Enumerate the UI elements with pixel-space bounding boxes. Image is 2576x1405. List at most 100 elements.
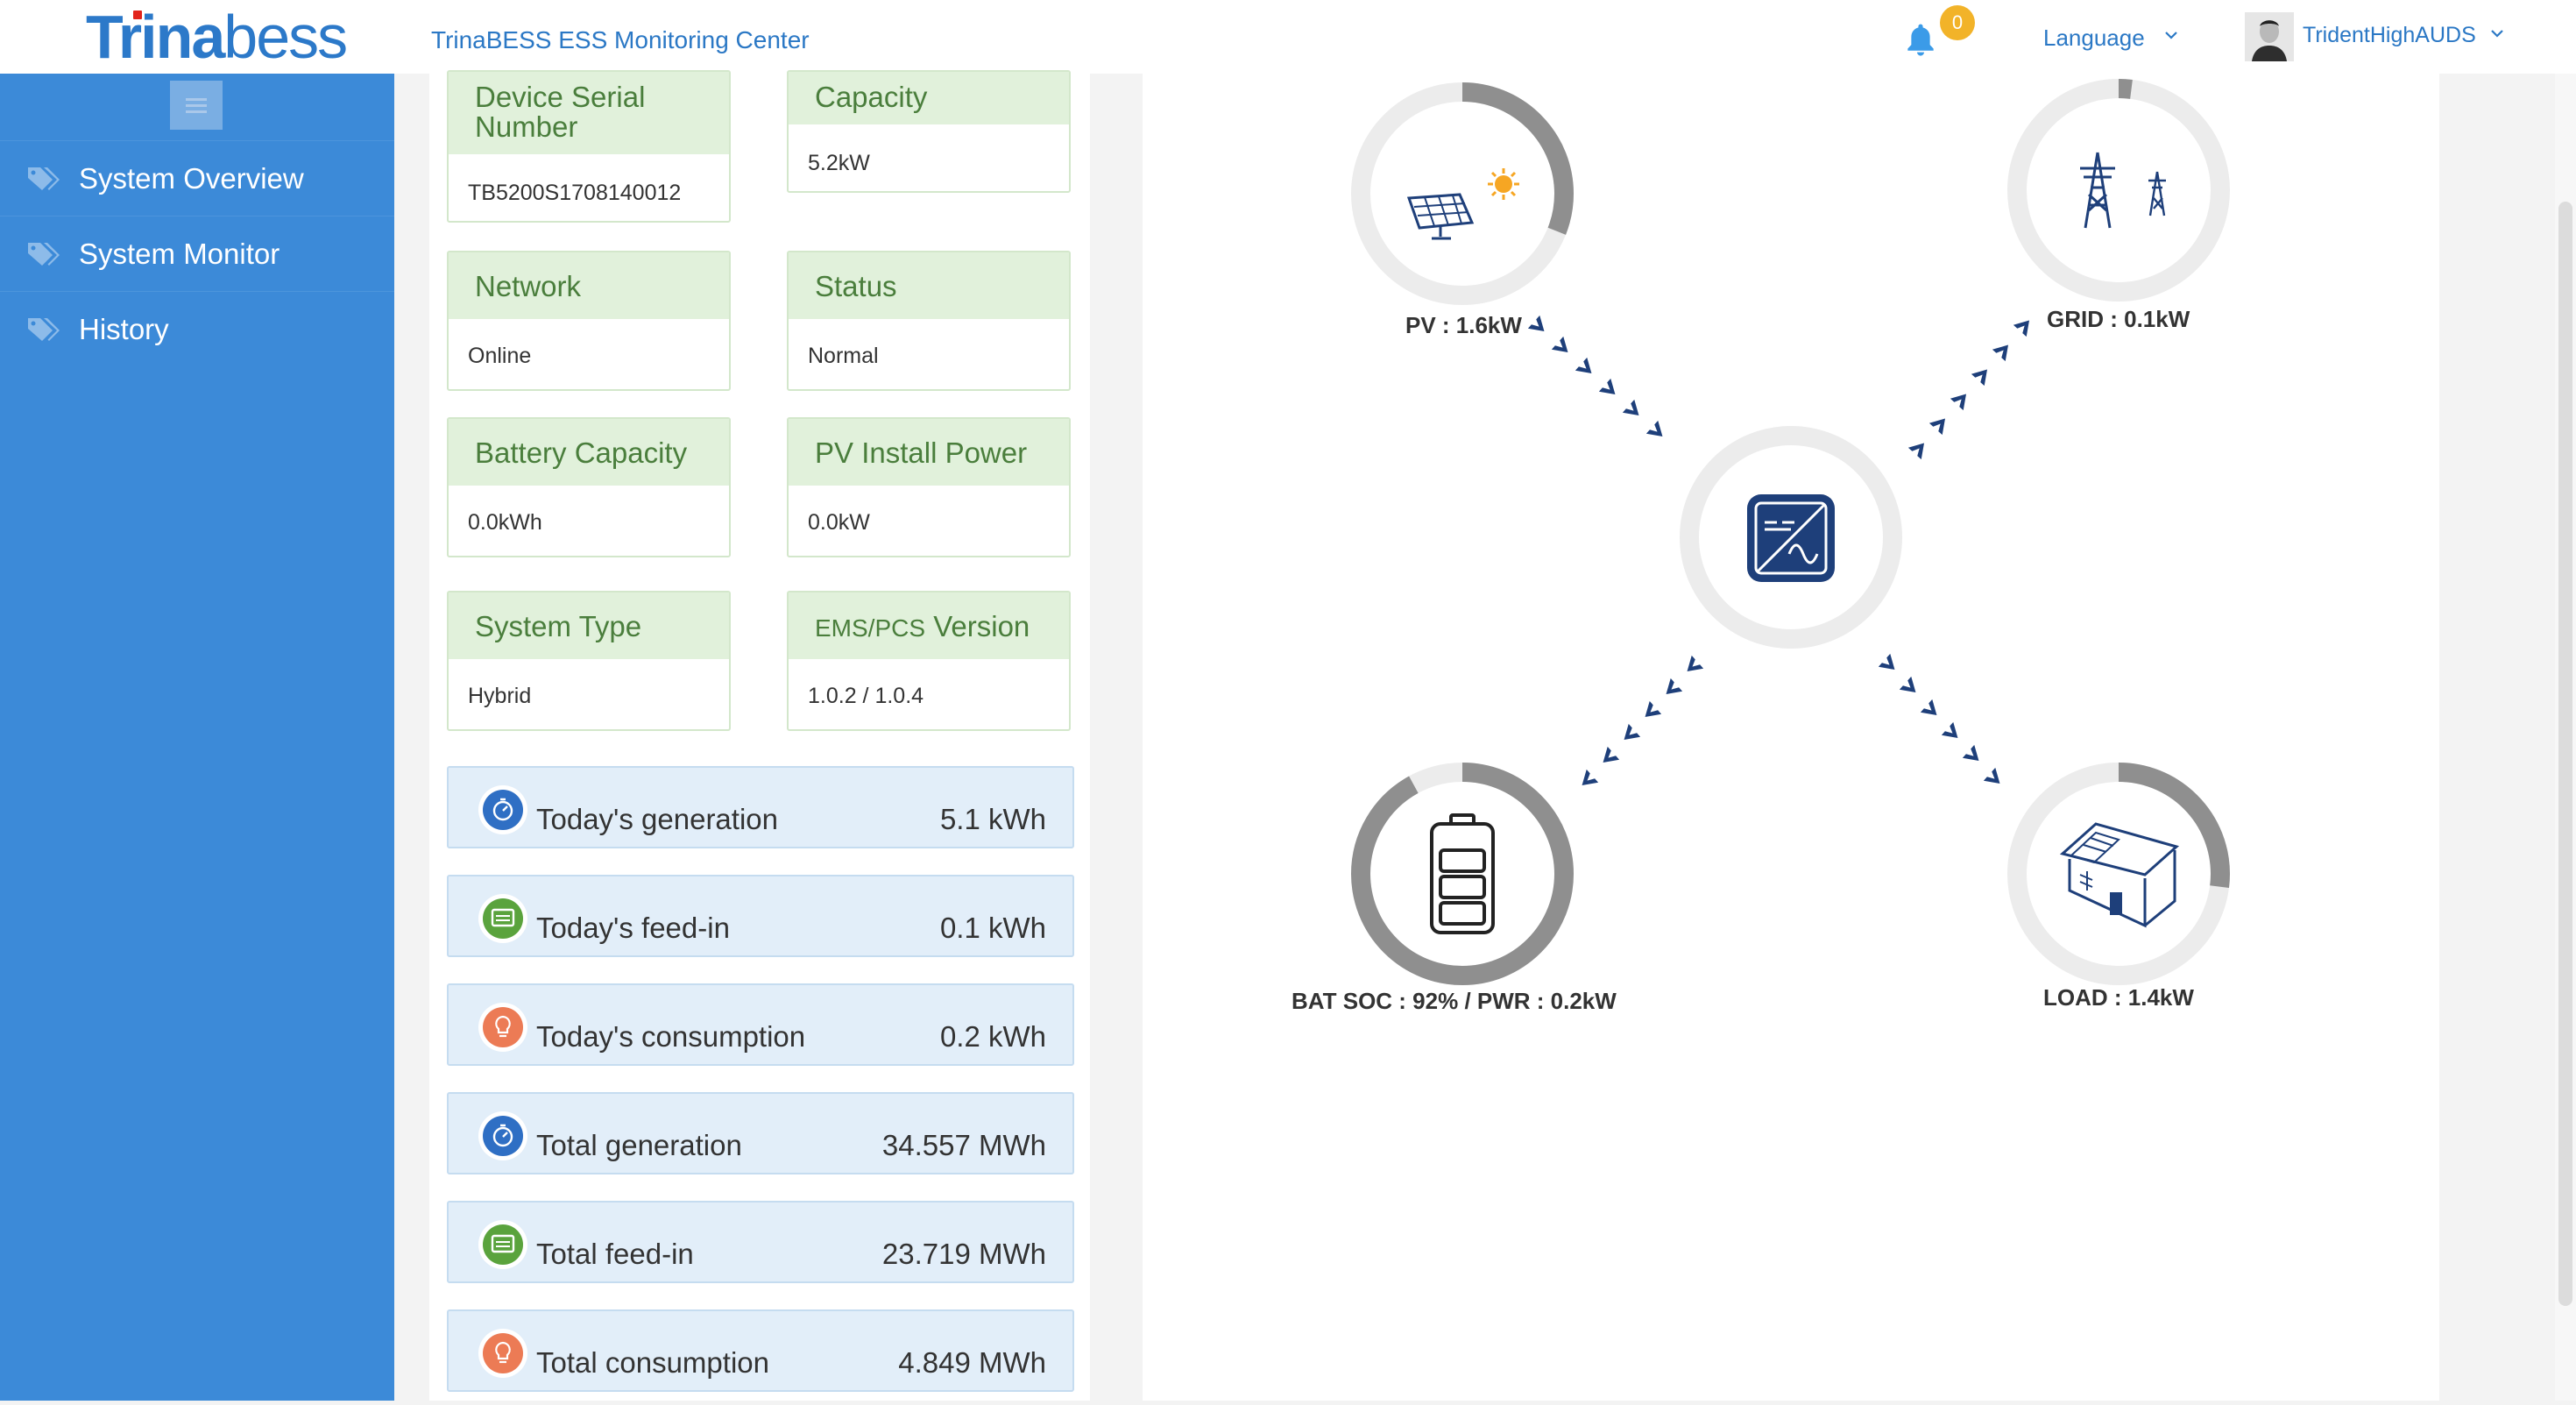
stat-label: Today's consumption xyxy=(536,1020,806,1053)
sidebar-item-history[interactable]: History xyxy=(0,291,394,365)
stat-total-generation: Total generation 34.557 MWh xyxy=(447,1092,1074,1174)
info-card-label: Status xyxy=(789,252,1069,319)
transmission-tower-icon xyxy=(2080,152,2166,229)
load-power-label: LOAD : 1.4kW xyxy=(2043,984,2194,1011)
stat-label: Total consumption xyxy=(536,1346,769,1379)
flow-arrow xyxy=(1878,653,1901,677)
info-card-label: System Type xyxy=(449,593,729,659)
username[interactable]: TridentHighAUDS xyxy=(2303,23,2476,48)
flow-arrow xyxy=(1617,723,1641,747)
info-card-network: Network Online xyxy=(447,251,731,391)
flow-arrow xyxy=(1527,315,1551,338)
solar-panel-icon xyxy=(1406,168,1519,240)
stat-todays-consumption: Today's consumption 0.2 kWh xyxy=(447,983,1074,1066)
flow-arrow xyxy=(1638,700,1662,724)
sidebar-item-system-monitor[interactable]: System Monitor xyxy=(0,216,394,290)
flow-arrow xyxy=(1941,721,1964,745)
bell-icon[interactable] xyxy=(1901,21,1940,60)
sidebar: System Overview System Monitor History xyxy=(0,74,394,1401)
sidebar-item-label: System Overview xyxy=(79,162,304,195)
flow-arrows-inverter-to-battery xyxy=(1575,655,1704,792)
grid-power-label: GRID : 0.1kW xyxy=(2047,306,2190,332)
page-scrollbar-thumb[interactable] xyxy=(2558,202,2572,1306)
stat-todays-generation: Today's generation 5.1 kWh xyxy=(447,766,1074,848)
chevron-down-icon[interactable] xyxy=(2162,26,2180,44)
sidebar-item-label: History xyxy=(79,313,169,345)
generation-icon xyxy=(478,1111,527,1160)
bulb-icon xyxy=(478,1329,527,1378)
info-card-label: Battery Capacity xyxy=(449,419,729,486)
notification-badge[interactable]: 0 xyxy=(1940,5,1975,40)
info-card-system-type: System Type Hybrid xyxy=(447,591,731,731)
flow-arrow xyxy=(1551,336,1575,359)
flow-arrows-inverter-to-grid xyxy=(1907,314,2036,460)
device-info-panel: Device Serial Number TB5200S1708140012 C… xyxy=(429,70,1090,1401)
chevron-down-icon[interactable] xyxy=(2488,25,2506,42)
battery-ring-fill xyxy=(1351,763,1574,985)
battery-soc-label: BAT SOC : 92% / PWR : 0.2kW xyxy=(1292,988,1617,1014)
info-card-value: 1.0.2 / 1.0.4 xyxy=(808,684,924,708)
info-card-label: EMS/PCS Version xyxy=(789,593,1069,659)
tags-icon xyxy=(28,318,60,341)
energy-flow-panel: PV : 1.6kW GRID : 0.1kW BAT SOC : 92% / … xyxy=(1143,74,2439,1401)
info-card-status: Status Normal xyxy=(787,251,1071,391)
grid-ring-track xyxy=(2007,79,2230,302)
bulb-icon xyxy=(478,1003,527,1052)
stat-label: Total feed-in xyxy=(536,1238,694,1270)
battery-icon xyxy=(1430,813,1495,934)
stat-value: 0.2 kWh xyxy=(939,1020,1046,1053)
logo-text-bess: bess xyxy=(223,3,348,71)
pv-power-label: PV : 1.6kW xyxy=(1405,312,1522,338)
flow-arrow xyxy=(1920,699,1943,722)
sidebar-item-system-overview[interactable]: System Overview xyxy=(0,140,394,215)
info-card-label-suffix: Version xyxy=(925,610,1030,642)
feed-in-icon xyxy=(478,894,527,943)
info-card-battery-capacity: Battery Capacity 0.0kWh xyxy=(447,417,731,557)
menu-toggle-button[interactable] xyxy=(170,81,223,130)
flow-arrow xyxy=(1598,378,1622,401)
tags-icon xyxy=(28,167,60,190)
trinabess-logo[interactable]: Trinabess xyxy=(86,3,348,71)
avatar-portrait-icon xyxy=(2245,12,2294,61)
flow-arrow xyxy=(1950,387,1973,411)
flow-arrow xyxy=(1622,399,1645,422)
stat-value: 5.1 kWh xyxy=(939,803,1046,835)
flow-arrow xyxy=(1575,357,1598,380)
feed-in-icon xyxy=(478,1220,527,1269)
stat-value: 4.849 MWh xyxy=(898,1346,1046,1379)
info-card-serial-number: Device Serial Number TB5200S1708140012 xyxy=(447,70,731,223)
energy-flow-diagram xyxy=(1351,79,2230,985)
info-card-ems-pcs-version: EMS/PCS Version 1.0.2 / 1.0.4 xyxy=(787,591,1071,731)
info-card-value: Online xyxy=(468,344,532,368)
flow-arrow xyxy=(1928,412,1952,436)
info-card-value: Normal xyxy=(808,344,879,368)
flow-arrow xyxy=(1645,420,1669,443)
stat-total-feed-in: Total feed-in 23.719 MWh xyxy=(447,1201,1074,1283)
top-header: Trinabess TrinaBESS ESS Monitoring Cente… xyxy=(0,0,2576,74)
stat-value: 0.1 kWh xyxy=(939,912,1046,944)
logo-text-trina: Trina xyxy=(86,3,225,71)
flow-arrow xyxy=(1962,744,1985,768)
flow-arrow xyxy=(1907,436,1931,460)
stat-label: Today's generation xyxy=(536,803,778,835)
flow-arrow xyxy=(2013,314,2036,337)
info-card-value: 0.0kWh xyxy=(468,510,542,535)
logo-dot xyxy=(133,11,142,19)
info-card-label: Network xyxy=(449,252,729,319)
stat-value: 23.719 MWh xyxy=(881,1238,1046,1270)
stat-value: 34.557 MWh xyxy=(881,1129,1046,1161)
stat-total-consumption: Total consumption 4.849 MWh xyxy=(447,1309,1074,1392)
info-card-label: Capacity xyxy=(789,72,1069,124)
info-card-value: Hybrid xyxy=(468,684,532,708)
flow-arrow xyxy=(1660,678,1683,701)
stat-todays-feed-in: Today's feed-in 0.1 kWh xyxy=(447,875,1074,957)
flow-arrows-inverter-to-load xyxy=(1878,653,2006,791)
user-avatar[interactable] xyxy=(2245,12,2294,61)
info-card-value: TB5200S1708140012 xyxy=(468,181,682,205)
info-card-pv-install-power: PV Install Power 0.0kW xyxy=(787,417,1071,557)
language-dropdown[interactable]: Language xyxy=(2043,25,2145,52)
flow-arrows-pv-to-inverter xyxy=(1527,315,1669,443)
app-title: TrinaBESS ESS Monitoring Center xyxy=(431,26,810,53)
stat-label: Total generation xyxy=(536,1129,742,1161)
info-card-label: PV Install Power xyxy=(789,419,1069,486)
